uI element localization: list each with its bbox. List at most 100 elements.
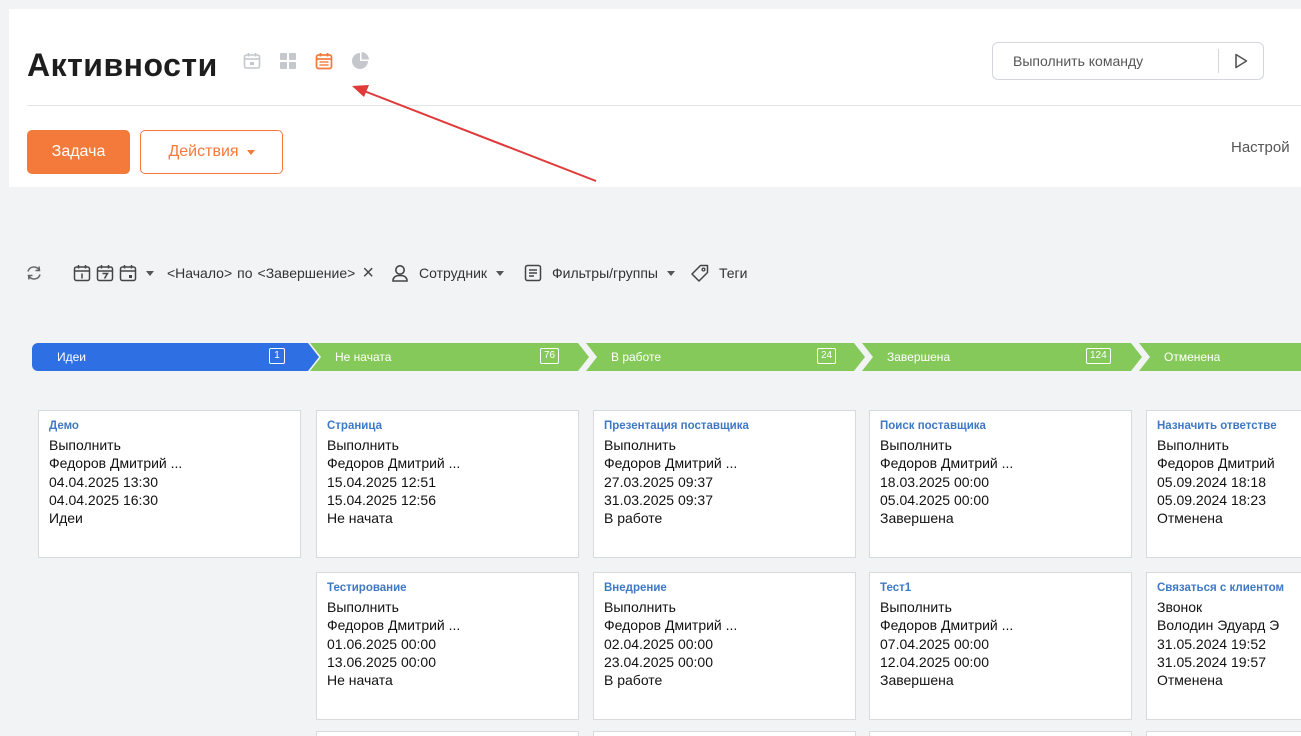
card-type: Звонок [1157, 599, 1203, 615]
header-divider [27, 105, 1301, 106]
settings-link[interactable]: Настрой [1231, 139, 1290, 156]
tags-filter[interactable]: Теги [690, 263, 747, 283]
filter-bar: <Начало> по <Завершение> × Сотрудник Фил… [18, 258, 1288, 288]
filters-groups-label: Фильтры/группы [552, 265, 658, 281]
card-status: Завершена [880, 672, 954, 689]
period-start[interactable]: <Начало> [167, 265, 232, 281]
stage-cancelled[interactable]: Отменена [1139, 343, 1301, 371]
card-end: 15.04.2025 12:56 [327, 491, 436, 508]
card-type: Выполнить [880, 437, 952, 453]
card-status: В работе [604, 672, 663, 689]
view-switcher [241, 50, 371, 72]
add-task-button[interactable]: Задача [27, 130, 130, 174]
card-owner: Володин Эдуард Э [1157, 617, 1280, 634]
pie-chart-icon[interactable] [349, 50, 371, 72]
activity-card[interactable]: Поиск поставщика Выполнить Федоров Дмитр… [869, 410, 1132, 558]
stage-label: Завершена [887, 350, 951, 364]
card-title[interactable]: Внедрение [604, 581, 845, 596]
calendar-week-icon[interactable] [95, 263, 115, 283]
chevron-down-icon [246, 149, 255, 155]
activity-card[interactable]: Демо Выполнить Федоров Дмитрий ... 04.04… [38, 410, 301, 558]
stage-done[interactable]: Завершена 124 [862, 343, 1134, 371]
calendar-icon[interactable] [241, 50, 263, 72]
card-start: 15.04.2025 12:51 [327, 473, 436, 490]
stage-count: 1 [269, 348, 285, 364]
card-type: Выполнить [604, 599, 676, 615]
activity-card-partial[interactable] [593, 731, 856, 736]
card-title[interactable]: Тест1 [880, 581, 1121, 596]
activity-card-partial[interactable] [316, 731, 579, 736]
card-start: 27.03.2025 09:37 [604, 473, 713, 490]
card-end: 23.04.2025 00:00 [604, 653, 713, 670]
card-status: Идеи [49, 510, 83, 527]
stage-ideas[interactable]: Идеи 1 [32, 343, 312, 371]
card-owner: Федоров Дмитрий ... [880, 617, 1014, 634]
activity-card[interactable]: Тестирование Выполнить Федоров Дмитрий .… [316, 572, 579, 720]
clear-period-icon[interactable]: × [362, 262, 374, 285]
page-title: Активности [27, 47, 218, 83]
card-end: 05.09.2024 18:23 [1157, 491, 1266, 508]
activity-card-partial[interactable] [1146, 731, 1301, 736]
card-title[interactable]: Демо [49, 419, 290, 434]
card-start: 02.04.2025 00:00 [604, 635, 713, 652]
card-title[interactable]: Тестирование [327, 581, 568, 596]
stage-label: Идеи [57, 350, 87, 364]
card-end: 04.04.2025 16:30 [49, 491, 158, 508]
card-end: 12.04.2025 00:00 [880, 653, 989, 670]
card-title[interactable]: Поиск поставщика [880, 419, 1121, 434]
kanban-calendar-icon[interactable] [313, 50, 335, 72]
card-status: Завершена [880, 510, 954, 527]
card-title[interactable]: Связаться с клиентом [1157, 581, 1291, 596]
card-start: 18.03.2025 00:00 [880, 473, 989, 490]
filters-groups-dropdown[interactable]: Фильтры/группы [523, 263, 675, 283]
employee-filter[interactable]: Сотрудник [390, 263, 505, 283]
activity-card[interactable]: Тест1 Выполнить Федоров Дмитрий ... 07.0… [869, 572, 1132, 720]
card-end: 05.04.2025 00:00 [880, 491, 989, 508]
calendar-month-icon[interactable] [118, 263, 138, 283]
stage-not-started[interactable]: Не начата 76 [310, 343, 582, 371]
stage-label: В работе [611, 350, 662, 364]
card-type: Выполнить [327, 437, 399, 453]
tags-label: Теги [718, 265, 748, 281]
calendar-day-icon[interactable] [72, 263, 92, 283]
employee-label: Сотрудник [419, 265, 488, 281]
tag-icon [691, 264, 709, 282]
card-start: 07.04.2025 00:00 [880, 635, 989, 652]
card-title[interactable]: Назначить ответстве [1157, 419, 1291, 434]
card-end: 13.06.2025 00:00 [327, 653, 436, 670]
activity-card[interactable]: Связаться с клиентом Звонок Володин Эдуа… [1146, 572, 1301, 720]
card-status: Отменена [1157, 672, 1223, 689]
card-owner: Федоров Дмитрий [1157, 455, 1275, 472]
stage-label: Отменена [1164, 350, 1221, 364]
activity-card[interactable]: Внедрение Выполнить Федоров Дмитрий ... … [593, 572, 856, 720]
card-type: Выполнить [49, 437, 121, 453]
card-status: Отменена [1157, 510, 1223, 527]
stage-count: 76 [540, 348, 560, 364]
actions-dropdown[interactable]: Действия [140, 130, 283, 174]
activity-card-partial[interactable] [869, 731, 1132, 736]
activity-card[interactable]: Презентация поставщика Выполнить Федоров… [593, 410, 856, 558]
command-box [992, 42, 1264, 80]
card-start: 01.06.2025 00:00 [327, 635, 436, 652]
command-input[interactable] [993, 43, 1219, 79]
card-owner: Федоров Дмитрий ... [604, 455, 738, 472]
card-type: Выполнить [880, 599, 952, 615]
period-dropdown-icon[interactable] [146, 270, 154, 276]
period-end[interactable]: <Завершение> [258, 265, 356, 281]
activity-card[interactable]: Назначить ответстве Выполнить Федоров Дм… [1146, 410, 1301, 558]
stage-count: 124 [1086, 348, 1111, 364]
card-title[interactable]: Страница [327, 419, 568, 434]
card-status: Не начата [327, 510, 393, 527]
refresh-icon[interactable] [24, 263, 44, 283]
activities-page: Активности Задача Действия [0, 0, 1301, 736]
run-command-button[interactable] [1219, 43, 1263, 79]
stage-in-progress[interactable]: В работе 24 [586, 343, 858, 371]
stage-bar: Идеи 1 Не начата 76 В работе 24 Завершен… [32, 343, 1301, 371]
activity-card[interactable]: Страница Выполнить Федоров Дмитрий ... 1… [316, 410, 579, 558]
card-owner: Федоров Дмитрий ... [880, 455, 1014, 472]
card-type: Выполнить [604, 437, 676, 453]
grid-icon[interactable] [277, 50, 299, 72]
card-title[interactable]: Презентация поставщика [604, 419, 845, 434]
card-type: Выполнить [327, 599, 399, 615]
card-owner: Федоров Дмитрий ... [327, 455, 461, 472]
